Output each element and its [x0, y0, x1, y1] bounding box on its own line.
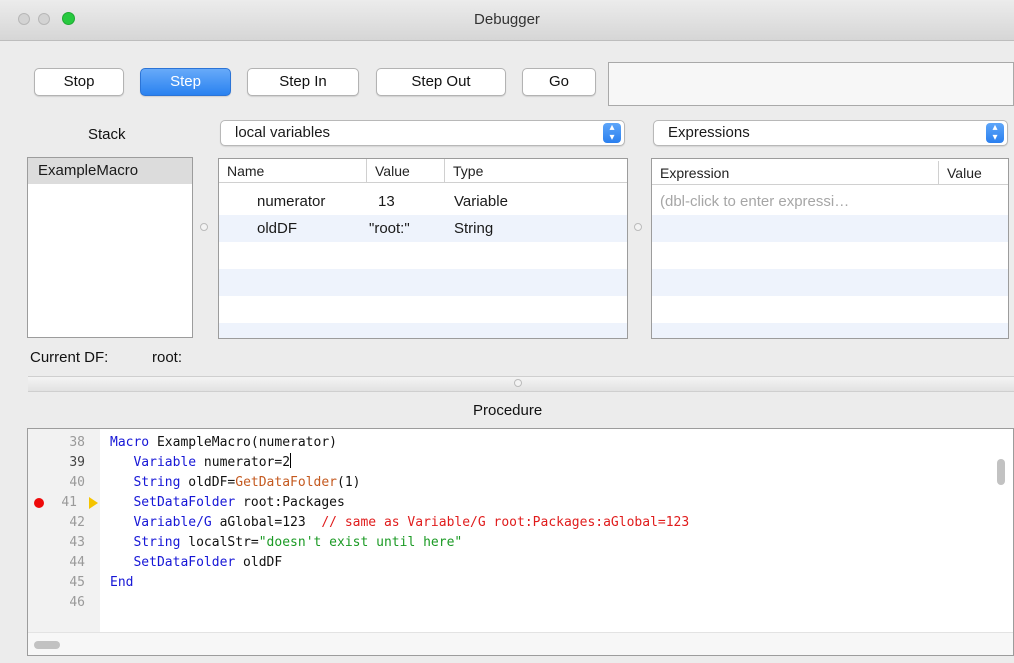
- column-header-expression[interactable]: Expression: [652, 161, 939, 185]
- procedure-label: Procedure: [473, 402, 543, 419]
- empty-row: [652, 323, 1008, 338]
- column-header-type[interactable]: Type: [445, 159, 627, 183]
- code-text: aGlobal=123: [211, 515, 322, 530]
- code-text: root:Packages: [235, 495, 345, 510]
- line-number: 39: [69, 455, 85, 470]
- expression-entry-row[interactable]: (dbl-click to enter expressi…: [652, 188, 1008, 215]
- chevron-updown-icon: ▴ ▾: [986, 123, 1004, 143]
- stack-splitter-handle[interactable]: [200, 223, 208, 231]
- code-line[interactable]: Variable/G aGlobal=123 // same as Variab…: [110, 513, 689, 533]
- text-caret: [290, 453, 292, 468]
- step-button[interactable]: Step: [140, 68, 231, 96]
- code-function: GetDataFolder: [235, 475, 337, 490]
- code-text: numerator=2: [196, 455, 291, 470]
- title-bar: Debugger: [0, 0, 1014, 41]
- stop-button[interactable]: Stop: [34, 68, 124, 96]
- go-button[interactable]: Go: [522, 68, 596, 96]
- variables-popup-value: local variables: [235, 124, 331, 141]
- debugger-window: Debugger Stop Step Step In Step Out Go S…: [0, 0, 1014, 663]
- code-keyword: SetDataFolder: [133, 555, 236, 570]
- code-line[interactable]: String oldDF=GetDataFolder(1): [110, 473, 360, 493]
- empty-row: [219, 296, 627, 323]
- table-row[interactable]: oldDF "root:" String: [219, 215, 627, 242]
- var-name: oldDF: [257, 220, 298, 237]
- code-line[interactable]: SetDataFolder root:Packages: [110, 493, 345, 513]
- stack-label: Stack: [88, 126, 126, 143]
- code-text: oldDF: [235, 555, 283, 570]
- line-number: 44: [69, 555, 85, 570]
- code-string: "doesn't exist until here": [258, 535, 463, 550]
- empty-row: [652, 269, 1008, 296]
- empty-row: [652, 242, 1008, 269]
- stack-item[interactable]: ExampleMacro: [28, 158, 192, 184]
- code-keyword: String: [133, 475, 181, 490]
- expression-placeholder: (dbl-click to enter expressi…: [660, 193, 850, 210]
- column-header-expr-value[interactable]: Value: [939, 161, 1008, 185]
- code-line[interactable]: String localStr="doesn't exist until her…: [110, 533, 462, 553]
- var-value: "root:": [369, 220, 410, 237]
- empty-row: [219, 269, 627, 296]
- line-number: 38: [69, 435, 85, 450]
- procedure-editor[interactable]: 38 39 40 41 42 43 44 45 46 Macro Example…: [27, 428, 1014, 656]
- stack-list[interactable]: ExampleMacro: [27, 157, 193, 338]
- empty-row: [219, 323, 627, 338]
- step-in-button[interactable]: Step In: [247, 68, 359, 96]
- var-value: 13: [378, 193, 395, 210]
- column-header-value[interactable]: Value: [367, 159, 445, 183]
- code-text: oldDF=: [180, 475, 236, 490]
- table-row[interactable]: numerator 13 Variable: [219, 188, 627, 215]
- line-number: 43: [69, 535, 85, 550]
- code-keyword: SetDataFolder: [133, 495, 236, 510]
- column-header-name[interactable]: Name: [219, 159, 367, 183]
- code-keyword: Variable: [133, 455, 197, 470]
- current-line-arrow-icon: [89, 497, 98, 509]
- line-number: 42: [69, 515, 85, 530]
- expressions-list[interactable]: Expression Value (dbl-click to enter exp…: [651, 158, 1009, 339]
- code-keyword: String: [133, 535, 181, 550]
- code-text: ExampleMacro(numerator): [149, 435, 337, 450]
- horizontal-scrollbar[interactable]: [28, 632, 1013, 655]
- line-number: 46: [69, 595, 85, 610]
- current-df-label: Current DF:: [30, 349, 109, 366]
- var-type: Variable: [454, 193, 508, 210]
- line-number: 40: [69, 475, 85, 490]
- pane-splitter-handle[interactable]: [514, 379, 522, 387]
- code-keyword: End: [110, 575, 134, 590]
- chevron-updown-icon: ▴ ▾: [603, 123, 621, 143]
- vertical-scrollbar-thumb[interactable]: [997, 459, 1005, 485]
- expressions-popup-value: Expressions: [668, 124, 750, 141]
- variables-list[interactable]: Name Value Type numerator 13 Variable ol…: [218, 158, 628, 339]
- code-keyword: Variable/G: [133, 515, 212, 530]
- empty-row: [219, 242, 627, 269]
- step-out-button[interactable]: Step Out: [376, 68, 506, 96]
- code-text: (1): [337, 475, 361, 490]
- empty-row: [652, 215, 1008, 242]
- breakpoint-dot-icon[interactable]: [34, 498, 44, 508]
- status-field: [608, 62, 1014, 106]
- code-line[interactable]: Variable numerator=2: [110, 453, 292, 473]
- variables-popup[interactable]: local variables ▴ ▾: [220, 120, 625, 146]
- code-keyword: Macro: [110, 435, 150, 450]
- var-type: String: [454, 220, 494, 237]
- code-text: localStr=: [180, 535, 259, 550]
- line-number: 45: [69, 575, 85, 590]
- code-comment: // same as Variable/G root:Packages:aGlo…: [321, 515, 690, 530]
- vars-splitter-handle[interactable]: [634, 223, 642, 231]
- code-line[interactable]: End: [110, 573, 133, 593]
- empty-row: [652, 296, 1008, 323]
- horizontal-scrollbar-thumb[interactable]: [34, 641, 60, 649]
- var-name: numerator: [257, 193, 326, 210]
- window-title: Debugger: [474, 11, 540, 28]
- current-df-value: root:: [152, 349, 183, 366]
- pane-splitter[interactable]: [28, 376, 1014, 392]
- code-line[interactable]: SetDataFolder oldDF: [110, 553, 282, 573]
- expressions-popup[interactable]: Expressions ▴ ▾: [653, 120, 1008, 146]
- code-line[interactable]: Macro ExampleMacro(numerator): [110, 433, 337, 453]
